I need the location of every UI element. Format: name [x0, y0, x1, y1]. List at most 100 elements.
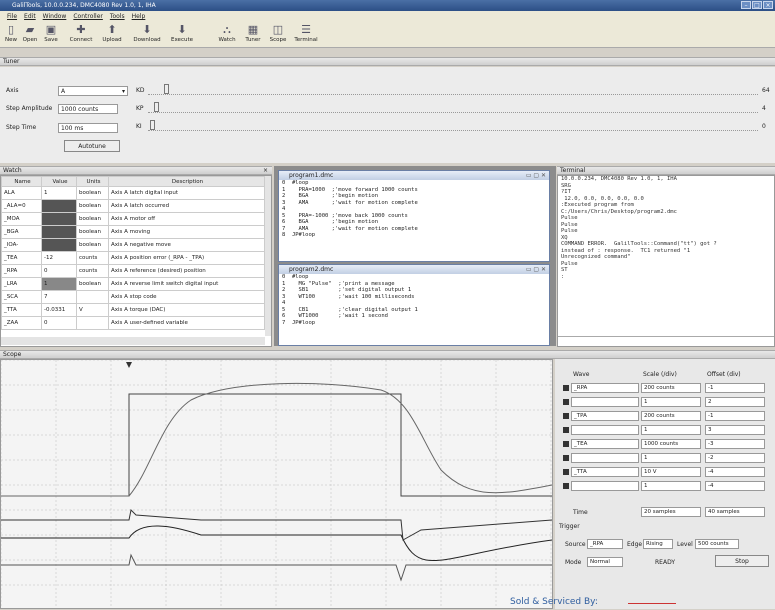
scope-channel-row[interactable]: _TEA 1000 counts -3 [557, 439, 773, 451]
offset-input[interactable]: 3 [705, 425, 765, 435]
code-line[interactable]: : [561, 274, 774, 281]
channel-color-icon[interactable] [563, 455, 569, 461]
menu-tools[interactable]: Tools [110, 13, 125, 20]
table-row[interactable]: _LRA 1 boolean Axis A reverse limit switch … [1, 277, 265, 291]
scale-input[interactable]: 1000 counts [641, 439, 701, 449]
scope-button[interactable]: ◫ Scope [267, 24, 289, 47]
offset-input[interactable]: 2 [705, 397, 765, 407]
scope-channel-row[interactable]: _TTA 10 V -4 [557, 467, 773, 479]
table-row[interactable]: _ALA=0 boolean Axis A latch occurred [1, 199, 265, 213]
menu-controller[interactable]: Controller [73, 13, 103, 20]
terminal-input[interactable] [558, 336, 774, 346]
connect-button[interactable]: ✚ Connect [66, 24, 96, 47]
program2-window[interactable]: program2.dmc ▭ ▢ ✕ 0 #loop 1 MG "Pulse" ;'… [278, 264, 550, 346]
stop-button[interactable]: Stop [715, 555, 769, 567]
table-row[interactable]: _TTA -0.0331 V Axis A torque (DAC) [1, 303, 265, 317]
close-icon[interactable]: × [263, 167, 268, 175]
program1-code[interactable]: 0 #loop 1 PRA=1000 ;'move forward 1000 co… [279, 180, 549, 239]
table-row[interactable]: _TEA -12 counts Axis A position error (_RPA… [1, 251, 265, 265]
column-header[interactable]: Name [1, 176, 42, 187]
scale-input[interactable]: 200 counts [641, 383, 701, 393]
table-row[interactable]: ALA 1 boolean Axis A latch digital input [1, 186, 265, 200]
kd-slider[interactable] [148, 84, 758, 95]
scale-input[interactable]: 1 [641, 397, 701, 407]
scope-channel-row[interactable]: 12 [557, 397, 773, 409]
save-button[interactable]: ▣ Save [42, 24, 60, 47]
wave-select[interactable] [571, 453, 639, 463]
column-header[interactable]: Value [41, 176, 77, 187]
wave-select[interactable]: _TPA [571, 411, 639, 421]
scope-channel-row[interactable]: 13 [557, 425, 773, 437]
table-row[interactable]: _RPA 0 counts Axis A reference (desired) po… [1, 264, 265, 278]
scale-input[interactable]: 1 [641, 425, 701, 435]
channel-color-icon[interactable] [563, 469, 569, 475]
watch-button[interactable]: ⛬ Watch [215, 24, 239, 47]
offset-input[interactable]: -1 [705, 411, 765, 421]
scope-channel-row[interactable]: _RPA 200 counts -1 [557, 383, 773, 395]
autotune-button[interactable]: Autotune [64, 140, 120, 152]
trigger-level-input[interactable]: 500 counts [695, 539, 739, 549]
table-row[interactable]: _ZAA 0 Axis A user-defined variable [1, 316, 265, 330]
wave-select[interactable] [571, 397, 639, 407]
offset-input[interactable]: -2 [705, 453, 765, 463]
table-row[interactable]: _SCA 7 Axis A stop code [1, 290, 265, 304]
column-header[interactable]: Description [108, 176, 265, 187]
wave-select[interactable]: _TTA [571, 467, 639, 477]
kp-slider-handle[interactable] [154, 102, 159, 112]
menu-help[interactable]: Help [132, 13, 146, 20]
menu-edit[interactable]: Edit [24, 13, 36, 20]
new-button[interactable]: ▯ New [4, 24, 18, 47]
scale-input[interactable]: 1 [641, 481, 701, 491]
time-offset-input[interactable]: 40 samples [705, 507, 765, 517]
watch-vertical-scrollbar[interactable] [265, 176, 271, 336]
table-row[interactable]: _MOA boolean Axis A motor off [1, 212, 265, 226]
upload-button[interactable]: ⬆ Upload [98, 24, 126, 47]
program1-titlebar[interactable]: program1.dmc ▭ ▢ ✕ [279, 171, 549, 180]
table-row[interactable]: _IOA-boolean Axis A negative move [1, 238, 265, 252]
code-line[interactable]: 7 JP#loop [282, 320, 549, 327]
ki-slider-handle[interactable] [150, 120, 155, 130]
menu-window[interactable]: Window [43, 13, 67, 20]
watch-horizontal-scrollbar[interactable] [1, 337, 265, 345]
column-header[interactable]: Units [76, 176, 109, 187]
scale-input[interactable]: 1 [641, 453, 701, 463]
window-controls-icon[interactable]: ▭ ▢ ✕ [526, 171, 546, 180]
channel-color-icon[interactable] [563, 427, 569, 433]
channel-color-icon[interactable] [563, 483, 569, 489]
program2-titlebar[interactable]: program2.dmc ▭ ▢ ✕ [279, 265, 549, 274]
scale-input[interactable]: 200 counts [641, 411, 701, 421]
tuner-button[interactable]: ▦ Tuner [242, 24, 264, 47]
wave-select[interactable] [571, 425, 639, 435]
program2-code[interactable]: 0 #loop 1 MG "Pulse" ;'print a message 2 S… [279, 274, 549, 326]
minimize-button[interactable]: – [741, 1, 751, 9]
scale-input[interactable]: 10 V [641, 467, 701, 477]
window-controls-icon[interactable]: ▭ ▢ ✕ [526, 265, 546, 274]
offset-input[interactable]: -1 [705, 383, 765, 393]
menu-file[interactable]: File [7, 13, 17, 20]
trigger-source-select[interactable]: _RPA [587, 539, 623, 549]
program1-window[interactable]: program1.dmc ▭ ▢ ✕ 0 #loop 1 PRA=1000 ;'mo… [278, 170, 550, 262]
scope-channel-row[interactable]: 1 -4 [557, 481, 773, 493]
channel-color-icon[interactable] [563, 413, 569, 419]
kp-slider[interactable] [148, 102, 758, 113]
open-button[interactable]: ▰ Open [21, 24, 39, 47]
axis-select[interactable]: A ▾ [58, 86, 128, 96]
kd-slider-handle[interactable] [164, 84, 169, 94]
table-row[interactable]: _BGA boolean Axis A moving [1, 225, 265, 239]
scope-channel-row[interactable]: _TPA 200 counts -1 [557, 411, 773, 423]
time-scale-input[interactable]: 20 samples [641, 507, 701, 517]
channel-color-icon[interactable] [563, 385, 569, 391]
wave-select[interactable]: _TEA [571, 439, 639, 449]
scope-channel-row[interactable]: 1 -2 [557, 453, 773, 465]
offset-input[interactable]: -4 [705, 467, 765, 477]
channel-color-icon[interactable] [563, 399, 569, 405]
terminal-button[interactable]: ☰ Terminal [291, 24, 321, 47]
trigger-marker-icon[interactable] [126, 362, 132, 368]
offset-input[interactable]: -4 [705, 481, 765, 491]
step-time-input[interactable]: 100 ms [58, 123, 118, 133]
trigger-mode-select[interactable]: Normal [587, 557, 623, 567]
wave-select[interactable] [571, 481, 639, 491]
channel-color-icon[interactable] [563, 441, 569, 447]
maximize-button[interactable]: □ [752, 1, 762, 9]
wave-select[interactable]: _RPA [571, 383, 639, 393]
